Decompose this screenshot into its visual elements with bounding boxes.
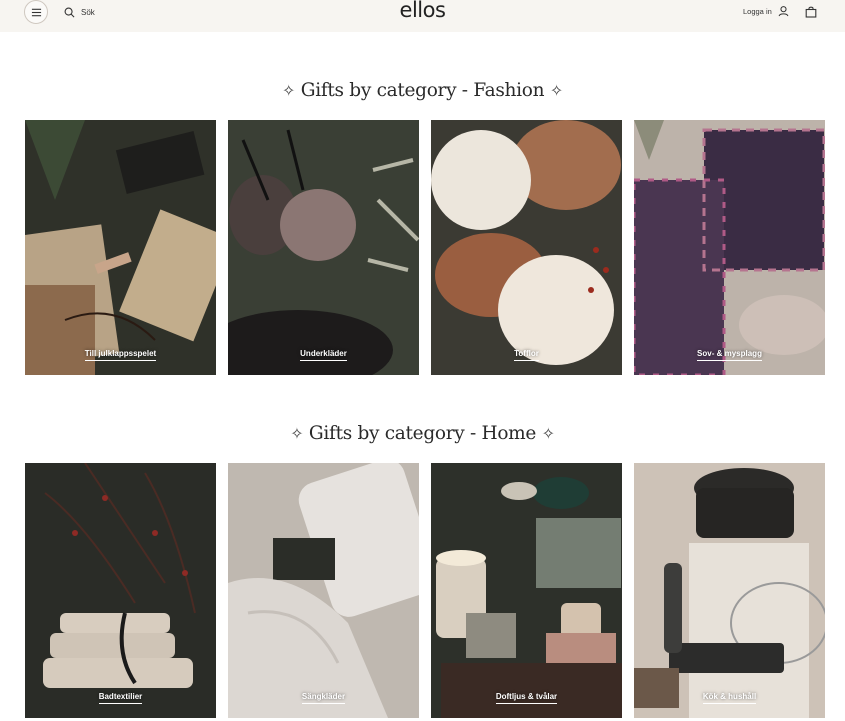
sparkle-icon: ✧ [282, 81, 296, 100]
cart-button[interactable] [805, 5, 817, 18]
user-icon [778, 6, 789, 17]
login-label: Logga in [743, 6, 772, 16]
category-image [25, 463, 216, 718]
category-label: Underkläder [300, 349, 347, 361]
category-caption: Kök & hushåll [634, 686, 825, 704]
category-image [431, 463, 622, 718]
category-caption: Till julklappsspelet [25, 343, 216, 361]
category-label: Badtextilier [98, 692, 143, 704]
category-tile[interactable]: Doftljus & tvålar [431, 463, 622, 718]
category-tile[interactable]: Sov- & mysplagg [634, 120, 825, 375]
category-label: Kök & hushåll [702, 692, 757, 704]
category-tile[interactable]: Sängkläder [228, 463, 419, 718]
sparkle-icon: ✧ [541, 424, 555, 443]
category-caption: Doftljus & tvålar [431, 686, 622, 704]
sparkle-icon: ✧ [290, 424, 304, 443]
section-title-home: ✧ Gifts by category - Home ✧ [0, 423, 845, 444]
category-caption: Tofflor [431, 343, 622, 361]
category-tile[interactable]: Kök & hushåll [634, 463, 825, 718]
search-label: Sök [81, 7, 95, 17]
category-label: Till julklappsspelet [84, 349, 157, 361]
category-label: Tofflor [514, 349, 539, 361]
hamburger-icon [31, 8, 41, 16]
menu-button[interactable] [24, 0, 48, 24]
category-caption: Underkläder [228, 343, 419, 361]
category-image [228, 120, 419, 375]
category-tile[interactable]: Underkläder [228, 120, 419, 375]
category-caption: Badtextilier [25, 686, 216, 704]
category-tile[interactable]: Badtextilier [25, 463, 216, 718]
search-button[interactable]: Sök [64, 5, 95, 19]
category-image [634, 120, 825, 375]
category-image [228, 463, 419, 718]
search-icon [64, 7, 75, 17]
logo: ellos [0, 0, 845, 22]
category-caption: Sov- & mysplagg [634, 343, 825, 361]
category-image [634, 463, 825, 718]
login-button[interactable]: Logga in [743, 5, 789, 17]
category-image [431, 120, 622, 375]
sparkle-icon: ✧ [549, 81, 563, 100]
category-image [25, 120, 216, 375]
bag-icon [805, 6, 817, 18]
category-caption: Sängkläder [228, 686, 419, 704]
category-tile[interactable]: Till julklappsspelet [25, 120, 216, 375]
section-title-fashion: ✧ Gifts by category - Fashion ✧ [0, 80, 845, 101]
category-label: Sov- & mysplagg [697, 349, 762, 361]
category-label: Doftljus & tvålar [495, 692, 558, 704]
section-title-text: Gifts by category - Fashion [300, 80, 545, 101]
category-label: Sängkläder [301, 692, 346, 704]
category-tile[interactable]: Tofflor [431, 120, 622, 375]
site-header: Sök ellos Logga in [0, 0, 845, 32]
section-title-text: Gifts by category - Home [308, 423, 537, 444]
logo-link[interactable]: ellos [400, 0, 446, 22]
